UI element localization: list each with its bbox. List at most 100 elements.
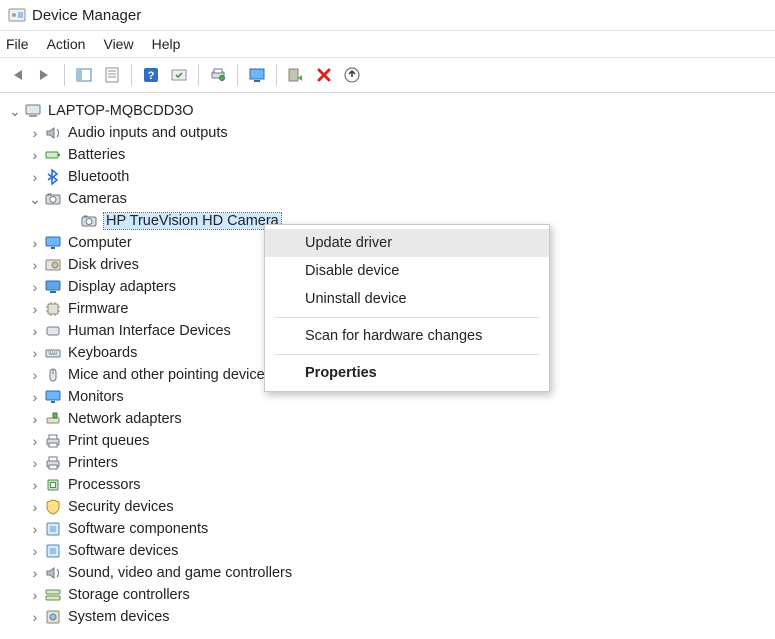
monitor-icon [44, 234, 62, 252]
tree-item-label: Monitors [68, 389, 124, 405]
expand-collapse-icon[interactable]: › [28, 588, 42, 602]
expand-collapse-icon[interactable]: › [28, 170, 42, 184]
toolbar-scan-button[interactable] [244, 62, 270, 88]
context-menu-separator [275, 317, 539, 318]
expand-collapse-icon[interactable]: › [28, 126, 42, 140]
expand-collapse-icon[interactable]: › [28, 324, 42, 338]
toolbar-separator [131, 64, 132, 86]
toolbar-forward-button[interactable] [32, 62, 58, 88]
tree-item-label: Mice and other pointing devices [68, 367, 272, 383]
tree-item[interactable]: › Sound, video and game controllers [4, 562, 771, 584]
expand-collapse-icon[interactable]: › [28, 500, 42, 514]
tree-item-label: Printers [68, 455, 118, 471]
security-icon [44, 498, 62, 516]
toolbar-update-driver-button[interactable] [283, 62, 309, 88]
tree-item[interactable]: › Software components [4, 518, 771, 540]
expand-collapse-icon[interactable]: › [28, 610, 42, 624]
component-icon [44, 542, 62, 560]
expand-collapse-icon[interactable]: › [28, 412, 42, 426]
toolbar-console-tree-button[interactable] [71, 62, 97, 88]
tree-item[interactable]: ›Audio inputs and outputs [4, 122, 771, 144]
tree-item[interactable]: › Software devices [4, 540, 771, 562]
tree-item-label: Keyboards [68, 345, 137, 361]
tree-item-label: Software devices [68, 543, 178, 559]
expand-collapse-icon[interactable]: › [28, 258, 42, 272]
toolbar-print-button[interactable] [205, 62, 231, 88]
camera-icon [80, 212, 98, 230]
toolbar-eject-button[interactable] [339, 62, 365, 88]
component-icon [44, 520, 62, 538]
expand-collapse-icon[interactable]: › [28, 434, 42, 448]
toolbar-uninstall-button[interactable] [311, 62, 337, 88]
expand-collapse-icon[interactable]: › [28, 302, 42, 316]
expand-collapse-icon[interactable] [64, 214, 78, 228]
menu-file[interactable]: File [6, 36, 29, 52]
battery-icon [44, 146, 62, 164]
expand-collapse-icon[interactable]: › [28, 522, 42, 536]
tree-item-label: System devices [68, 609, 170, 625]
tree-item[interactable]: ›Print queues [4, 430, 771, 452]
tree-item-label: Bluetooth [68, 169, 129, 185]
context-menu-separator [275, 354, 539, 355]
expand-collapse-icon[interactable]: › [28, 566, 42, 580]
storage-icon [44, 586, 62, 604]
tree-item-label: Firmware [68, 301, 128, 317]
expand-collapse-icon[interactable]: › [28, 148, 42, 162]
hid-icon [44, 322, 62, 340]
tree-item-label: Software components [68, 521, 208, 537]
expand-collapse-icon[interactable]: › [28, 280, 42, 294]
expand-collapse-icon[interactable]: ⌄ [8, 104, 22, 118]
tree-item[interactable]: › System devices [4, 606, 771, 628]
app-icon [8, 6, 26, 24]
menu-help[interactable]: Help [152, 36, 181, 52]
tree-item-label: Batteries [68, 147, 125, 163]
context-menu-item[interactable]: Scan for hardware changes [265, 322, 549, 350]
expand-collapse-icon[interactable]: › [28, 236, 42, 250]
expand-collapse-icon[interactable]: › [28, 544, 42, 558]
menu-view[interactable]: View [103, 36, 133, 52]
context-menu-item[interactable]: Update driver [265, 229, 549, 257]
tree-item-label: Computer [68, 235, 132, 251]
tree-item[interactable]: › Printers [4, 452, 771, 474]
tree-root[interactable]: ⌄LAPTOP-MQBCDD3O [4, 100, 771, 122]
titlebar: Device Manager [0, 0, 775, 31]
display-icon [44, 278, 62, 296]
expand-collapse-icon[interactable]: ⌄ [28, 192, 42, 206]
printer-icon [44, 454, 62, 472]
tree-item-label: Network adapters [68, 411, 182, 427]
cpu-icon [44, 476, 62, 494]
tree-item[interactable]: › Processors [4, 474, 771, 496]
toolbar-separator [64, 64, 65, 86]
toolbar-back-button[interactable] [4, 62, 30, 88]
tree-item[interactable]: ›Storage controllers [4, 584, 771, 606]
tree-item-label: Processors [68, 477, 141, 493]
camera-icon [44, 190, 62, 208]
expand-collapse-icon[interactable]: › [28, 478, 42, 492]
tree-item-label: Sound, video and game controllers [68, 565, 292, 581]
tree-item[interactable]: › Bluetooth [4, 166, 771, 188]
context-menu-item[interactable]: Properties [265, 359, 549, 387]
context-menu-item[interactable]: Disable device [265, 257, 549, 285]
toolbar-help-button[interactable] [138, 62, 164, 88]
toolbar-separator [276, 64, 277, 86]
computer-icon [24, 102, 42, 120]
window-title: Device Manager [32, 7, 141, 24]
system-icon [44, 608, 62, 626]
toolbar-properties-button[interactable] [99, 62, 125, 88]
tree-item[interactable]: › Network adapters [4, 408, 771, 430]
expand-collapse-icon[interactable]: › [28, 390, 42, 404]
expand-collapse-icon[interactable]: › [28, 456, 42, 470]
mouse-icon [44, 366, 62, 384]
context-menu-item[interactable]: Uninstall device [265, 285, 549, 313]
printer-icon [44, 432, 62, 450]
menu-action[interactable]: Action [47, 36, 86, 52]
tree-item[interactable]: ⌄Cameras [4, 188, 771, 210]
toolbar-separator [237, 64, 238, 86]
toolbar-action-button[interactable] [166, 62, 192, 88]
context-menu: Update driverDisable deviceUninstall dev… [264, 224, 550, 392]
expand-collapse-icon[interactable]: › [28, 346, 42, 360]
content-area: ⌄LAPTOP-MQBCDD3O›Audio inputs and output… [0, 93, 775, 639]
tree-item[interactable]: › Batteries [4, 144, 771, 166]
tree-item[interactable]: ›Security devices [4, 496, 771, 518]
expand-collapse-icon[interactable]: › [28, 368, 42, 382]
